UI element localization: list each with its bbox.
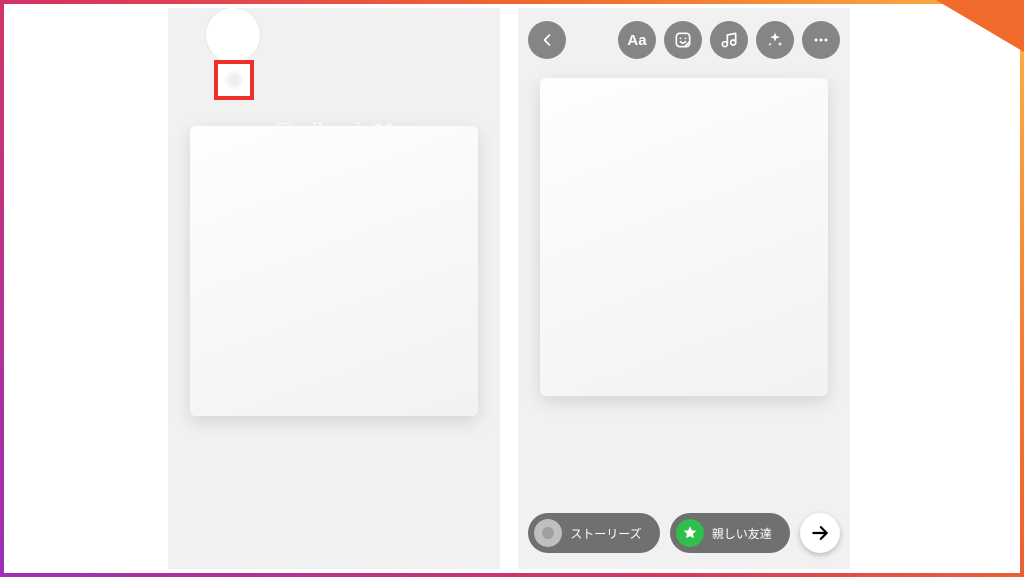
arrow-right-icon	[810, 523, 830, 543]
share-stories-button[interactable]: ストーリーズ	[528, 513, 659, 553]
frame-inner: @mikuni_01 Aa	[4, 4, 1020, 573]
content-card	[540, 78, 828, 396]
send-button[interactable]	[800, 513, 840, 553]
music-tool-button[interactable]	[710, 21, 748, 59]
avatar-placeholder-icon	[225, 71, 243, 89]
share-close-friends-button[interactable]: 親しい友達	[670, 513, 790, 553]
avatar-icon	[534, 519, 562, 547]
left-phone-panel: @mikuni_01	[168, 8, 500, 569]
sparkle-icon	[765, 30, 785, 50]
share-stories-label: ストーリーズ	[570, 525, 641, 542]
music-note-icon	[719, 30, 739, 50]
share-close-friends-label: 親しい友達	[712, 525, 772, 542]
right-phone-panel: Aa	[518, 8, 850, 569]
effects-tool-button[interactable]	[756, 21, 794, 59]
sticker-tool-button[interactable]	[664, 21, 702, 59]
panels-row: @mikuni_01 Aa	[168, 8, 850, 569]
more-tool-button[interactable]	[802, 21, 840, 59]
outer-gradient-frame: @mikuni_01 Aa	[0, 0, 1024, 577]
text-tool-button[interactable]: Aa	[618, 21, 656, 59]
highlight-annotation-box	[214, 60, 254, 100]
sticker-icon	[673, 30, 693, 50]
chevron-left-icon	[537, 30, 557, 50]
close-friends-star-icon	[676, 519, 704, 547]
story-share-bar: ストーリーズ 親しい友達	[518, 513, 850, 553]
back-button[interactable]	[528, 21, 566, 59]
ellipsis-icon	[811, 30, 831, 50]
story-editor-toolbar: Aa	[518, 20, 850, 60]
content-card	[190, 126, 478, 416]
